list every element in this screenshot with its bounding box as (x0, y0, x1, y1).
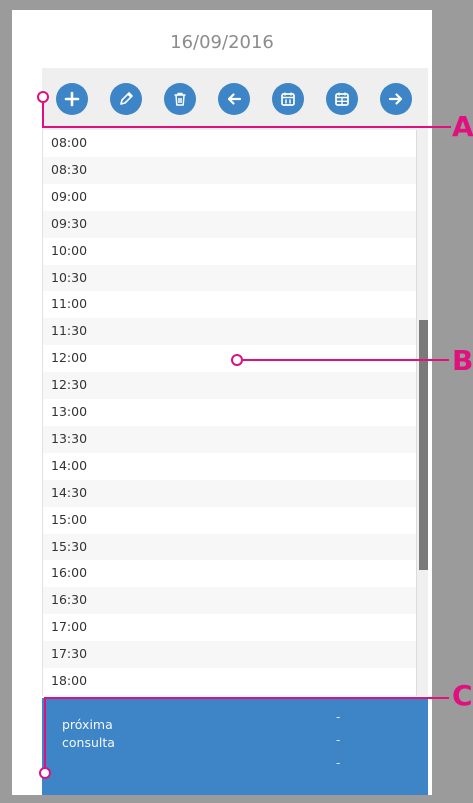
time-slot-row[interactable]: 13:30 (43, 425, 416, 453)
time-slot-label: 11:00 (51, 296, 88, 312)
scrollbar-thumb[interactable] (419, 320, 428, 570)
time-slot-row[interactable]: 08:30 (43, 156, 416, 184)
time-slot-row[interactable]: 17:30 (43, 641, 416, 668)
time-slot-label: 16:30 (51, 592, 88, 608)
time-slot-label: 13:30 (51, 430, 88, 446)
week-view-button[interactable] (326, 83, 358, 115)
time-slot-row[interactable]: 15:00 (43, 506, 416, 534)
time-slot-label: 16:00 (51, 565, 88, 581)
time-slot-row[interactable]: 18:00 (43, 668, 416, 695)
day-view-button[interactable] (272, 83, 304, 115)
plus-icon (64, 91, 80, 107)
time-slot-label: 17:00 (51, 619, 88, 635)
arrow-right-icon (388, 93, 403, 105)
callout-b-line (243, 359, 449, 361)
add-button[interactable] (56, 83, 88, 115)
next-appointment-label-line1: próxima (62, 717, 113, 732)
time-slot-row[interactable]: 13:00 (43, 399, 416, 426)
toolbar (42, 68, 428, 130)
calendar-week-icon (335, 92, 349, 106)
callout-c-line (44, 697, 449, 699)
schedule-list[interactable]: 18:00 17:30 17:00 16:30 16:00 15:30 15:00 14:30… (42, 130, 428, 696)
next-appointment-panel: próxima consulta - - - (42, 698, 428, 795)
next-appointment-value: - (336, 756, 341, 770)
time-slot-row[interactable]: 09:30 (43, 210, 416, 238)
scrollbar[interactable] (416, 130, 428, 696)
callout-a-line (42, 101, 44, 127)
time-slot-row[interactable]: 12:30 (43, 372, 416, 399)
time-slot-row[interactable]: 14:30 (43, 479, 416, 507)
callout-c-line (44, 697, 46, 769)
pencil-icon (120, 92, 133, 105)
next-appointment-label-line2: consulta (62, 735, 115, 750)
time-slot-row[interactable]: 11:30 (43, 318, 416, 346)
time-slot-label: 11:30 (51, 323, 88, 339)
time-slot-label: 15:00 (51, 511, 88, 527)
time-slot-row[interactable]: 15:30 (43, 533, 416, 561)
time-slot-label: 18:00 (51, 673, 88, 688)
time-slot-label: 08:30 (51, 161, 88, 177)
page-title: 16/09/2016 (170, 32, 274, 53)
next-button[interactable] (380, 83, 412, 115)
trash-icon (174, 92, 186, 106)
time-slot-label: 09:30 (51, 215, 88, 231)
callout-a-label: A (452, 110, 473, 143)
calendar-day-icon (281, 92, 295, 106)
time-slot-label: 15:30 (51, 538, 88, 554)
time-slot-row[interactable]: 11:00 (43, 291, 416, 319)
time-slot-label: 09:00 (51, 188, 88, 204)
time-slot-row[interactable]: 16:00 (43, 560, 416, 588)
time-slot-row[interactable]: 16:30 (43, 587, 416, 615)
time-slot-label: 14:00 (51, 457, 88, 473)
callout-a-line (42, 126, 451, 128)
time-slot-label: 10:30 (51, 269, 88, 285)
time-slot-row[interactable]: 14:00 (43, 452, 416, 480)
arrow-left-icon (227, 93, 242, 105)
callout-b-label: B (452, 344, 473, 377)
time-slot-row[interactable]: 09:00 (43, 183, 416, 211)
callout-c-label: C (452, 679, 473, 712)
time-slot-row[interactable]: 10:30 (43, 264, 416, 292)
time-slot-label: 17:30 (51, 646, 88, 662)
screenshot-stage: 16/09/2016 18:00 17:30 17:00 16:30 16:00… (0, 0, 473, 803)
time-slot-label: 12:30 (51, 377, 88, 393)
time-slot-label: 10:00 (51, 242, 88, 258)
previous-button[interactable] (218, 83, 250, 115)
time-slot-row[interactable]: 17:00 (43, 614, 416, 642)
next-appointment-value: - (336, 733, 341, 747)
time-slot-label: 13:00 (51, 404, 88, 419)
next-appointment-label: próxima consulta (62, 716, 202, 752)
edit-button[interactable] (110, 83, 142, 115)
callout-c-dot (39, 767, 51, 779)
time-slot-label: 08:00 (51, 135, 88, 150)
time-slot-row[interactable]: 10:00 (43, 237, 416, 265)
time-slot-label: 12:00 (51, 350, 88, 366)
callout-b-dot (231, 354, 243, 366)
time-slot-label: 14:30 (51, 484, 88, 500)
next-appointment-value: - (336, 710, 341, 724)
delete-button[interactable] (164, 83, 196, 115)
time-slot-row[interactable]: 08:00 (43, 130, 416, 157)
